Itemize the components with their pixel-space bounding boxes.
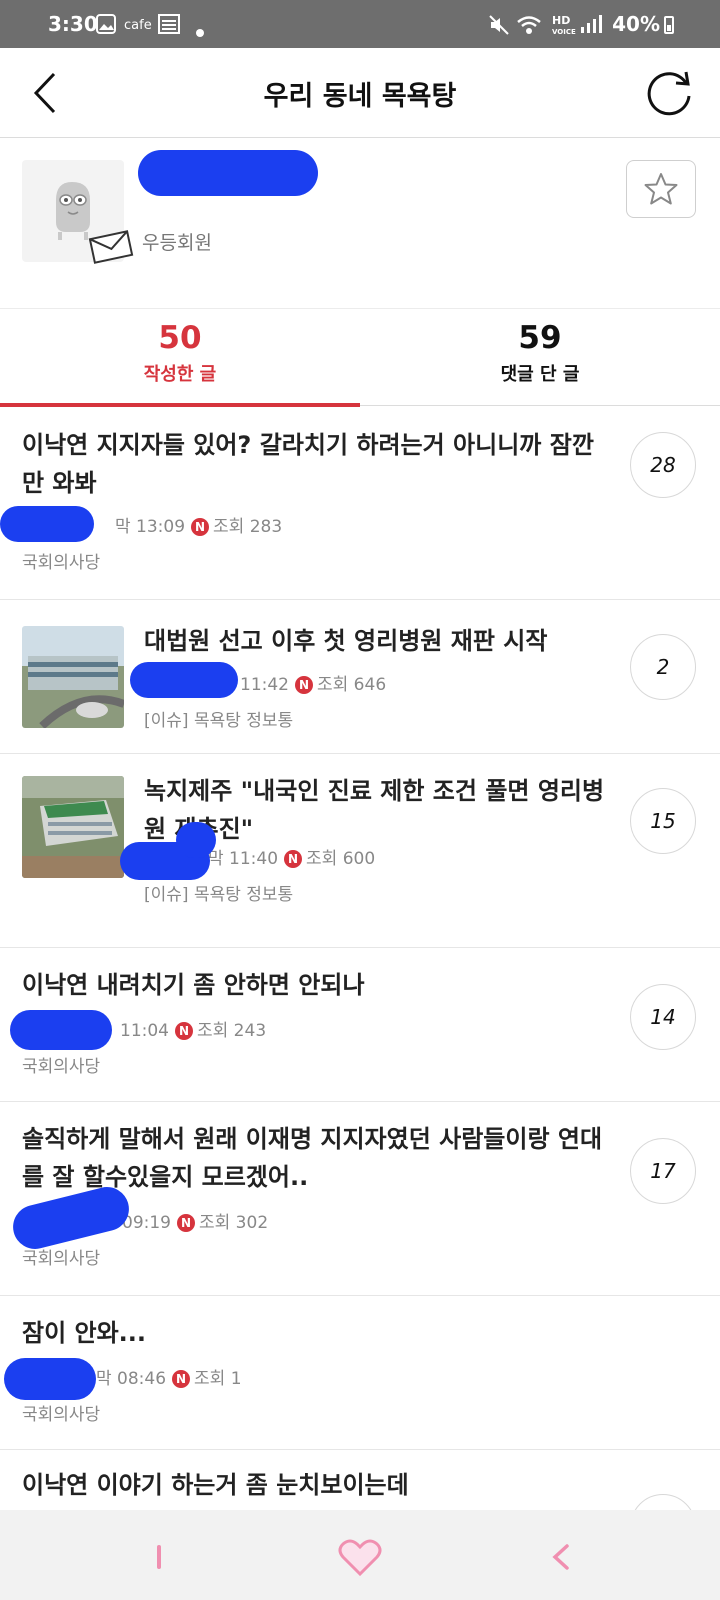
redacted-author [4,1358,96,1400]
new-badge-icon: N [284,850,303,868]
back-icon [552,1544,569,1570]
status-bar: 3:30 cafe HD VOICE 40% [0,0,720,48]
battery-level: 40% [612,12,660,36]
post-title: 이낙연 이야기 하는거 좀 눈치보이는데 [22,1471,409,1499]
new-badge-icon: N [295,676,313,694]
post-board: 국회의사당 [22,1405,101,1425]
post-board: [이슈] 목욕탕 정보통 [144,885,294,905]
post-time: 막 11:40 [208,849,279,869]
post-views: 조회 646 [317,675,387,695]
notification-dot-icon [196,22,204,41]
news-icon [158,14,180,38]
activity-tabs: 50 작성한 글 59 댓글 단 글 [0,308,720,407]
comment-count-badge[interactable]: 17 [630,1138,696,1204]
post-meta: 막 13:09 N 조회 283 [115,512,282,537]
comment-count-badge[interactable]: 2 [630,634,696,700]
post-item[interactable]: 이낙연 내려치기 좀 안하면 안되나 11:04 N 조회 243 국회의사당 14 [0,948,720,1102]
redacted-author-part [176,822,216,858]
post-views: 조회 302 [199,1213,269,1233]
post-time: 막 08:46 [96,1369,167,1389]
tab-written-posts[interactable]: 50 작성한 글 [0,308,360,407]
redacted-nickname [138,150,318,196]
new-badge-icon: N [191,518,210,536]
signal-icon [580,14,602,38]
post-meta: 11:04 N 조회 243 [120,1016,266,1041]
written-posts-label: 작성한 글 [143,364,217,385]
send-message-button[interactable] [88,230,134,268]
tab-commented-posts[interactable]: 59 댓글 단 글 [360,308,720,406]
post-title: 대법원 선고 이후 첫 영리병원 재판 시작 [144,627,548,655]
post-title: 솔직하게 말해서 원래 이재명 지지자였던 사람들이랑 연대를 잘 할수있을지 … [22,1125,603,1191]
refresh-icon [647,71,691,116]
post-views: 조회 283 [213,517,283,537]
post-meta: 막 11:40 N 조회 600 [208,844,375,869]
comment-count-badge[interactable]: 15 [630,788,696,854]
post-views: 조회 1 [194,1369,242,1389]
post-thumbnail [22,776,124,878]
post-board: 국회의사당 [22,1249,101,1269]
hospital-photo-icon [22,626,124,728]
post-thumbnail [22,626,124,728]
post-views: 조회 600 [306,849,376,869]
hospital-photo-icon [22,776,124,878]
post-meta: 막 08:46 N 조회 1 [96,1364,242,1389]
post-title: 이낙연 지지자들 있어? 갈라치기 하려는거 아니니까 잠깐만 와봐 [22,431,594,497]
home-button[interactable] [335,1532,385,1582]
post-meta: 09:19 N 조회 302 [122,1208,268,1233]
new-badge-icon: N [172,1370,191,1388]
comment-count-badge[interactable]: 14 [630,984,696,1050]
post-board: 국회의사당 [22,553,101,573]
page-title: 우리 동네 목욕탕 [263,81,457,112]
refresh-button[interactable] [642,66,696,120]
redacted-author [10,1010,112,1050]
post-time: 09:19 [122,1213,171,1233]
post-time: 11:42 [240,675,289,695]
redacted-author [0,506,94,542]
mute-icon [488,14,510,40]
post-meta: 11:42 N 조회 646 [240,670,386,695]
post-board: [이슈] 목욕탕 정보통 [144,711,294,731]
hd-voice-icon: HD VOICE [552,14,576,36]
favorite-button[interactable] [626,160,696,218]
member-grade: 우등회원 [142,232,212,254]
wifi-icon [516,14,542,40]
star-icon [644,173,678,205]
post-item[interactable]: 솔직하게 말해서 원래 이재명 지지자였던 사람들이랑 연대를 잘 할수있을지 … [0,1102,720,1296]
post-title: 잠이 안와... [22,1319,147,1347]
redacted-author [130,662,238,698]
written-posts-count: 50 [158,320,202,356]
mail-icon [88,230,134,264]
member-profile: 우등회원 [0,138,720,309]
recent-apps-icon [157,1545,161,1569]
commented-posts-label: 댓글 단 글 [500,364,580,385]
back-nav-button[interactable] [536,1532,586,1582]
post-item[interactable]: 녹지제주 "내국인 진료 제한 조건 풀면 영리병원 재추진" 막 11:40 N… [0,754,720,948]
post-views: 조회 243 [197,1021,267,1041]
cafe-notification-label: cafe [124,18,152,33]
gallery-icon [96,14,116,38]
new-badge-icon: N [177,1214,195,1232]
post-time: 11:04 [120,1021,169,1041]
heart-home-icon [338,1539,382,1577]
new-badge-icon: N [175,1022,193,1040]
recent-apps-button[interactable] [134,1532,184,1582]
system-navigation-bar [0,1510,720,1600]
post-item[interactable]: 이낙연 지지자들 있어? 갈라치기 하려는거 아니니까 잠깐만 와봐 막 13:… [0,406,720,600]
commented-posts-count: 59 [518,320,562,356]
comment-count-badge[interactable]: 28 [630,432,696,498]
post-time: 막 13:09 [115,517,186,537]
post-title: 이낙연 내려치기 좀 안하면 안되나 [22,971,365,999]
battery-icon [664,16,674,34]
status-time: 3:30 [48,12,98,36]
post-board: 국회의사당 [22,1057,101,1077]
post-item[interactable]: 잠이 안와... 막 08:46 N 조회 1 국회의사당 [0,1296,720,1450]
post-item[interactable]: 대법원 선고 이후 첫 영리병원 재판 시작 11:42 N 조회 646 [이슈]… [0,600,720,754]
top-app-bar: 우리 동네 목욕탕 [0,48,720,138]
